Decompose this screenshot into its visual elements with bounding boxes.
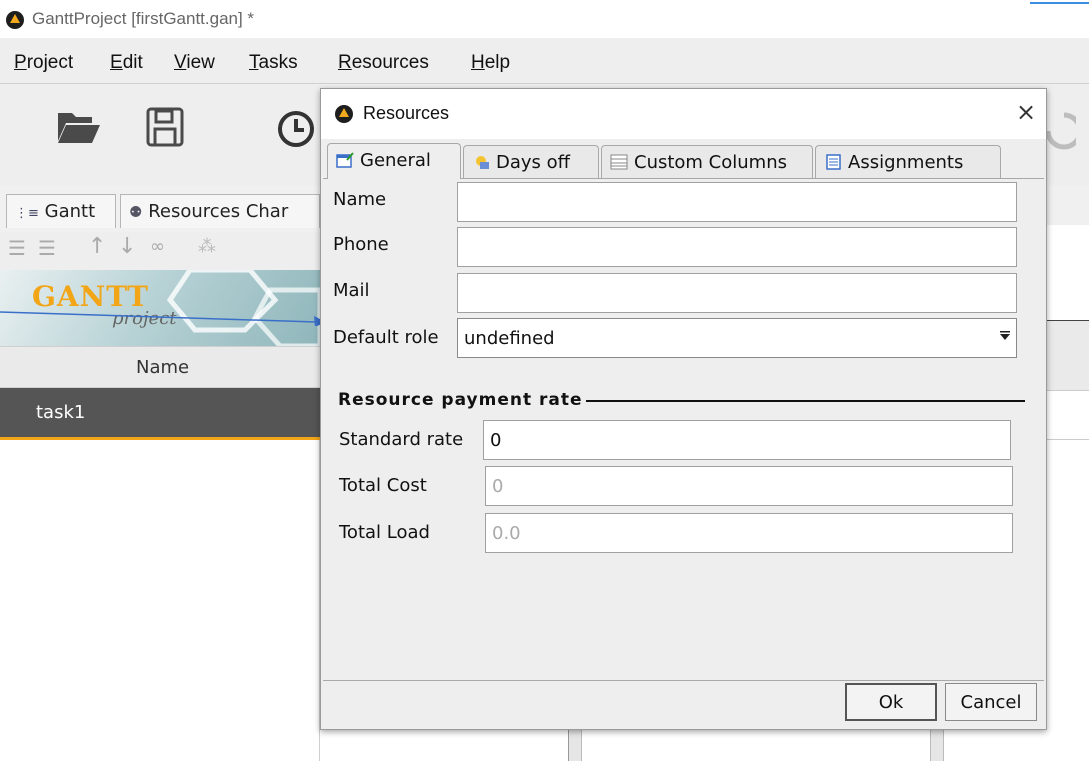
task-name-column-header[interactable]: Name <box>0 346 320 388</box>
move-down-icon[interactable]: ↓ <box>118 234 136 259</box>
standard-rate-input[interactable] <box>483 420 1011 460</box>
tab-assignments-label: Assignments <box>848 152 964 173</box>
resources-dialog: Resources × General Days off Custom Colu… <box>320 88 1047 730</box>
task-name: task1 <box>36 402 86 423</box>
resources-chart-tab-icon: ⚉ <box>129 203 143 221</box>
open-folder-icon[interactable] <box>56 107 102 147</box>
tab-gantt-label: Gantt <box>44 201 96 222</box>
phone-input[interactable] <box>457 227 1017 267</box>
ok-button[interactable]: Ok <box>845 683 937 721</box>
indent-icon[interactable]: ☰ <box>38 236 56 260</box>
ganttproject-logo-icon <box>6 11 24 29</box>
tab-days-off-label: Days off <box>496 152 571 173</box>
task-tree-area[interactable] <box>0 440 320 761</box>
days-off-icon <box>476 156 489 169</box>
menu-edit[interactable]: Edit <box>110 52 143 74</box>
tab-custom-columns-label: Custom Columns <box>634 152 787 173</box>
default-role-label: Default role <box>333 327 439 348</box>
view-tabs: ⋮≡ Gantt ⚉ Resources Char <box>0 190 320 230</box>
window-titlebar: GanttProject [firstGantt.gan] * <box>0 0 1089 38</box>
banner-logo-subtext: project <box>112 308 177 329</box>
custom-columns-icon <box>610 154 628 170</box>
standard-rate-label: Standard rate <box>339 429 464 450</box>
move-up-icon[interactable]: ↑ <box>88 234 106 259</box>
bottom-scroll-column <box>568 730 582 761</box>
tab-resources-chart-label: Resources Char <box>148 201 289 222</box>
column-header-label: Name <box>136 357 190 378</box>
dialog-logo-icon <box>335 105 353 123</box>
tab-days-off[interactable]: Days off <box>463 145 599 179</box>
tab-custom-columns[interactable]: Custom Columns <box>601 145 813 179</box>
assignments-icon <box>826 154 841 170</box>
dialog-titlebar: Resources × <box>321 89 1046 139</box>
tab-general[interactable]: General <box>327 143 461 179</box>
save-icon[interactable] <box>146 107 184 147</box>
phone-label: Phone <box>333 234 389 255</box>
menu-resources[interactable]: Resources <box>338 52 429 74</box>
window-title: GanttProject [firstGantt.gan] * <box>32 9 255 28</box>
general-icon <box>336 152 354 168</box>
default-role-value: undefined <box>464 328 555 349</box>
task-toolbar: ☰ ☰ ↑ ↓ ∞ ⁂ <box>0 232 320 270</box>
general-tab-panel: Name Phone Mail Default role undefined R… <box>323 178 1044 680</box>
window-accent-line <box>1030 2 1089 4</box>
menu-help[interactable]: Help <box>471 52 510 74</box>
tab-resources-chart[interactable]: ⚉ Resources Char <box>120 194 320 228</box>
name-input[interactable] <box>457 182 1017 222</box>
total-cost-field <box>485 466 1013 506</box>
tab-assignments[interactable]: Assignments <box>815 145 1001 179</box>
bottom-scroll-column-2 <box>930 730 944 761</box>
close-icon[interactable]: × <box>1011 97 1041 127</box>
default-role-select[interactable]: undefined <box>457 318 1017 358</box>
tab-gantt[interactable]: ⋮≡ Gantt <box>6 194 116 228</box>
total-load-label: Total Load <box>339 522 430 543</box>
unlink-icon[interactable]: ⁂ <box>198 236 216 257</box>
menu-tasks[interactable]: Tasks <box>249 52 298 74</box>
name-label: Name <box>333 189 387 210</box>
history-clock-icon[interactable] <box>276 109 320 149</box>
payment-section-title: Resource payment rate <box>337 390 586 410</box>
total-load-field <box>485 513 1013 553</box>
menu-view[interactable]: View <box>174 52 215 74</box>
dialog-footer: Ok Cancel <box>323 680 1044 728</box>
cancel-button[interactable]: Cancel <box>945 683 1037 721</box>
mail-input[interactable] <box>457 273 1017 313</box>
dialog-title: Resources <box>363 103 450 123</box>
chart-row <box>1046 390 1089 440</box>
menu-project[interactable]: Project <box>14 52 73 74</box>
gantt-tab-icon: ⋮≡ <box>15 206 39 221</box>
menu-bar: Project Edit View Tasks Resources Help <box>0 38 1089 84</box>
ganttproject-banner: GANTT project <box>0 270 320 346</box>
mail-label: Mail <box>333 280 370 301</box>
chart-area[interactable] <box>1046 225 1089 761</box>
link-icon[interactable]: ∞ <box>150 236 165 257</box>
task-row-selected[interactable]: task1 <box>0 388 320 440</box>
dropdown-arrow-icon <box>1000 331 1010 340</box>
chart-timeline-header <box>1046 320 1089 390</box>
payment-section-label: Resource payment rate <box>338 390 583 410</box>
tab-general-label: General <box>360 150 431 171</box>
total-cost-label: Total Cost <box>339 475 427 496</box>
unindent-icon[interactable]: ☰ <box>8 236 26 260</box>
redo-icon[interactable] <box>1046 109 1076 153</box>
